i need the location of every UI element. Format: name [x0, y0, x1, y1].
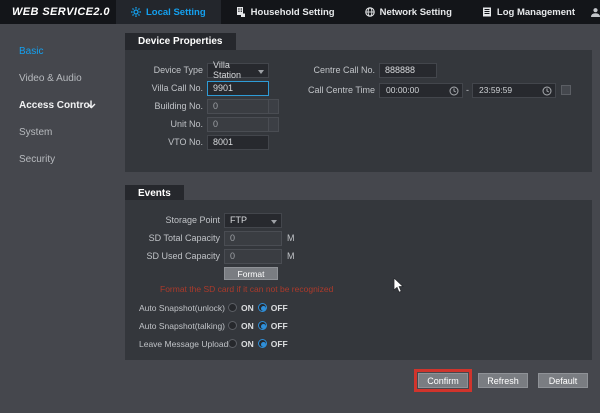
call-centre-time-row: Call Centre Time 00:00:00 - 23:59:59: [280, 82, 571, 98]
unit-no-row: Unit No. 0: [139, 116, 279, 132]
building-no-label: Building No.: [139, 101, 203, 111]
unit-no-input: 0: [207, 117, 269, 132]
device-type-select[interactable]: Villa Station: [207, 63, 269, 78]
tab-local-setting[interactable]: Local Setting: [116, 0, 221, 24]
default-button[interactable]: Default: [538, 373, 588, 388]
confirm-button[interactable]: Confirm: [418, 373, 468, 388]
call-centre-time-checkbox[interactable]: [561, 85, 571, 95]
leave-message-upload-label: Leave Message Upload: [139, 339, 220, 349]
storage-point-select[interactable]: FTP: [224, 213, 282, 228]
gear-icon: [131, 7, 141, 17]
call-centre-time-start-input[interactable]: 00:00:00: [379, 83, 463, 98]
tab-household-setting[interactable]: Household Setting: [221, 0, 350, 24]
sd-used-capacity-row: SD Used Capacity 0 M: [139, 248, 333, 264]
sidebar-item-system[interactable]: System: [0, 119, 112, 146]
household-icon: [236, 7, 246, 17]
device-properties-tab: Device Properties: [125, 33, 236, 50]
header-icons: [590, 0, 600, 24]
device-properties-panel: Device Type Villa Station Villa Call No.…: [125, 50, 592, 172]
events-panel: Storage Point FTP SD Total Capacity 0 M …: [125, 200, 592, 360]
auto-snapshot-talking-label: Auto Snapshot(talking): [139, 321, 220, 331]
centre-call-no-label: Centre Call No.: [280, 65, 375, 75]
sd-total-unit: M: [287, 233, 295, 243]
sd-total-capacity-label: SD Total Capacity: [139, 233, 220, 243]
building-no-row: Building No. 0: [139, 98, 279, 114]
leave-message-upload-row: Leave Message Upload ON OFF: [139, 337, 333, 350]
sd-used-capacity-label: SD Used Capacity: [139, 251, 220, 261]
call-centre-time-end-input[interactable]: 23:59:59: [472, 83, 556, 98]
clock-icon: [542, 86, 552, 96]
sd-total-capacity-input: 0: [224, 231, 282, 246]
vto-no-row: VTO No. 8001: [139, 134, 279, 150]
dropdown-arrow-icon: [258, 70, 264, 74]
network-icon: [365, 7, 375, 17]
tab-log-management[interactable]: Log Management: [467, 0, 590, 24]
action-buttons: Confirm Refresh Default: [418, 373, 588, 388]
dropdown-arrow-icon: [271, 220, 277, 224]
villa-call-no-input[interactable]: 9901: [207, 81, 269, 96]
device-type-label: Device Type: [139, 65, 203, 75]
auto-snapshot-unlock-off-radio[interactable]: [258, 303, 267, 312]
panel-title: Events: [138, 188, 171, 199]
building-no-spinner: [269, 99, 279, 114]
log-icon: [482, 7, 492, 17]
format-warning-text: Format the SD card if it can not be reco…: [160, 284, 333, 296]
sd-used-unit: M: [287, 251, 295, 261]
storage-point-row: Storage Point FTP: [139, 212, 333, 228]
sd-used-capacity-input: 0: [224, 249, 282, 264]
leave-message-upload-off-radio[interactable]: [258, 339, 267, 348]
clock-icon: [449, 86, 459, 96]
auto-snapshot-unlock-on-radio[interactable]: [228, 303, 237, 312]
sidebar-item-basic[interactable]: Basic: [0, 38, 112, 65]
vto-no-label: VTO No.: [139, 137, 203, 147]
unit-no-spinner: [269, 117, 279, 132]
storage-point-label: Storage Point: [139, 215, 220, 225]
vto-no-input[interactable]: 8001: [207, 135, 269, 150]
villa-call-no-label: Villa Call No.: [139, 83, 203, 93]
refresh-button[interactable]: Refresh: [478, 373, 528, 388]
sidebar-item-access-control[interactable]: Access Control: [0, 92, 112, 119]
auto-snapshot-talking-on-radio[interactable]: [228, 321, 237, 330]
auto-snapshot-talking-off-radio[interactable]: [258, 321, 267, 330]
header: WEB SERVICE2.0 Local Setting Household S…: [0, 0, 600, 24]
web-service-window: WEB SERVICE2.0 Local Setting Household S…: [0, 0, 600, 413]
user-icon[interactable]: [590, 7, 600, 18]
sidebar: Basic Video & Audio Access Control Syste…: [0, 24, 112, 413]
format-button[interactable]: Format: [224, 267, 278, 280]
villa-call-no-row: Villa Call No. 9901: [139, 80, 279, 96]
sidebar-item-video-audio[interactable]: Video & Audio: [0, 65, 112, 92]
building-no-input: 0: [207, 99, 269, 114]
tab-network-setting[interactable]: Network Setting: [350, 0, 467, 24]
main-nav: Local Setting Household Setting Network …: [116, 0, 590, 24]
panel-title: Device Properties: [138, 36, 223, 47]
centre-call-no-input[interactable]: 888888: [379, 63, 437, 78]
auto-snapshot-talking-row: Auto Snapshot(talking) ON OFF: [139, 319, 333, 332]
chevron-down-icon: [87, 101, 96, 112]
auto-snapshot-unlock-row: Auto Snapshot(unlock) ON OFF: [139, 301, 333, 314]
call-centre-time-label: Call Centre Time: [280, 85, 375, 95]
auto-snapshot-unlock-label: Auto Snapshot(unlock): [139, 303, 220, 313]
sd-total-capacity-row: SD Total Capacity 0 M: [139, 230, 333, 246]
leave-message-upload-on-radio[interactable]: [228, 339, 237, 348]
app-logo: WEB SERVICE2.0: [0, 0, 116, 24]
centre-call-no-row: Centre Call No. 888888: [280, 62, 571, 78]
sidebar-item-security[interactable]: Security: [0, 146, 112, 173]
unit-no-label: Unit No.: [139, 119, 203, 129]
device-type-row: Device Type Villa Station: [139, 62, 279, 78]
time-range-separator: -: [466, 85, 469, 95]
